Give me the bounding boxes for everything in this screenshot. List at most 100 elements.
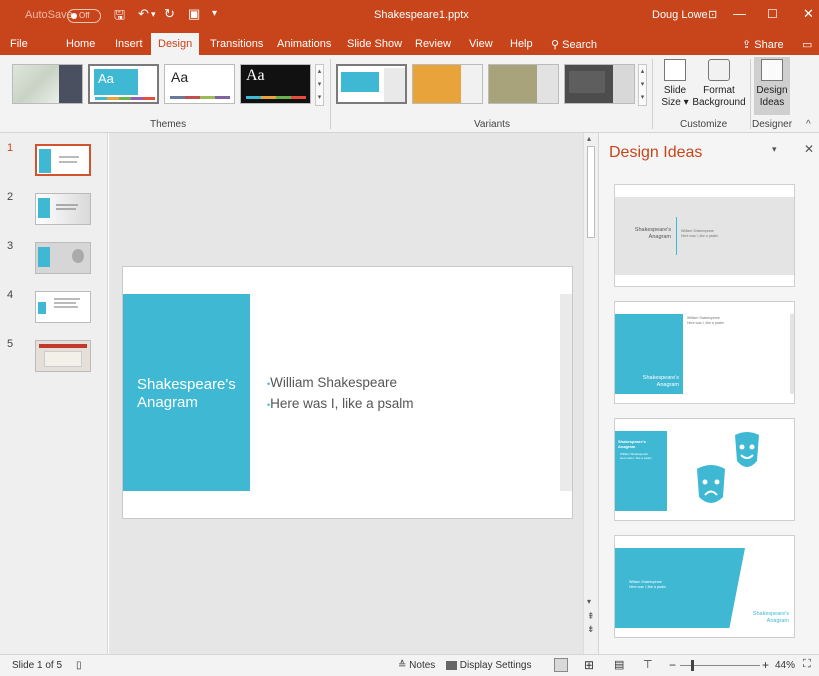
slide-size-button[interactable]: Slide Size ▾ (657, 59, 693, 109)
title-block[interactable]: Shakespeare's Anagram (123, 294, 250, 491)
design-idea-3[interactable]: Shakespeare's Anagram William Shakespeare… (614, 418, 795, 521)
collapse-ribbon-icon[interactable]: ^ (806, 119, 811, 130)
variants-group-label: Variants (474, 119, 510, 130)
design-ideas-button[interactable]: Design Ideas (754, 57, 790, 115)
comments-icon[interactable]: ▭ (802, 38, 812, 51)
design-idea-2[interactable]: Shakespeare's Anagram William Shakespeare… (614, 301, 795, 404)
ribbon: Aa Aa Aa ▴ ▾ ▾ Themes ▴ ▾ ▾ Variants Slide Si… (0, 55, 819, 133)
zoom-slider-thumb[interactable] (691, 660, 694, 671)
autosave-label: AutoSave (25, 9, 73, 21)
title-bar: AutoSave Off 🖫 ↶ ▾ ↻ ▣ ▾ Shakespeare1.pp… (0, 0, 819, 33)
close-icon[interactable]: ✕ (803, 6, 814, 22)
theme-thumbnail-1[interactable] (12, 64, 83, 104)
variant-thumbnail-3[interactable] (488, 64, 559, 104)
maximize-icon[interactable]: ☐ (767, 7, 778, 21)
theme-thumbnail-3[interactable]: Aa (164, 64, 235, 104)
slide-bullets[interactable]: •William Shakespeare •Here was I, like a… (267, 373, 413, 415)
tab-file[interactable]: File (10, 38, 28, 50)
zoom-out-icon[interactable]: − (669, 658, 676, 672)
design-ideas-title: Design Ideas (609, 144, 703, 161)
share-button[interactable]: ⇪ Share (742, 38, 784, 51)
zoom-level[interactable]: 44% (775, 660, 795, 671)
minimize-icon[interactable]: — (733, 6, 746, 21)
slide-thumbnail-1[interactable] (35, 144, 91, 176)
previous-slide-icon[interactable]: ⇞ (587, 611, 595, 622)
tab-help[interactable]: Help (510, 38, 533, 50)
scroll-down-arrow[interactable]: ▾ (587, 597, 591, 606)
autosave-toggle[interactable]: Off (67, 9, 101, 23)
slide-number: 3 (7, 240, 14, 252)
display-settings-button[interactable]: Display Settings (446, 660, 531, 671)
slide-thumbnail-panel: 1 2 3 4 5 (0, 133, 108, 654)
tab-animations[interactable]: Animations (277, 38, 331, 50)
normal-view-icon[interactable] (554, 658, 568, 672)
zoom-in-icon[interactable]: + (762, 658, 769, 672)
customize-group-label: Customize (680, 119, 728, 130)
design-idea-1[interactable]: Shakespeare's Anagram William Shakespeare… (614, 184, 795, 287)
slide-number: 5 (7, 338, 14, 350)
redo-icon[interactable]: ↻ (164, 6, 175, 22)
format-background-button[interactable]: Format Background (691, 59, 747, 109)
notes-button[interactable]: ≙ Notes (398, 660, 435, 671)
tab-insert[interactable]: Insert (115, 38, 143, 50)
scrollbar-thumb[interactable] (587, 146, 595, 238)
theme-thumbnail-2[interactable]: Aa (88, 64, 159, 104)
themes-group-label: Themes (150, 119, 187, 130)
tab-review[interactable]: Review (415, 38, 451, 50)
next-slide-icon[interactable]: ⇟ (587, 624, 595, 635)
share-icon: ⇪ (742, 39, 752, 51)
status-bar: Slide 1 of 5 ▯ ≙ Notes Display Settings … (0, 654, 819, 676)
tab-view[interactable]: View (469, 38, 493, 50)
document-title: Shakespeare1.pptx (374, 9, 469, 21)
tab-design[interactable]: Design (151, 33, 200, 55)
slide-counter: Slide 1 of 5 (12, 660, 63, 671)
fit-slide-icon[interactable]: ⛶ (803, 658, 811, 671)
user-name[interactable]: Doug Lowe (652, 9, 708, 21)
notes-icon: ≙ (398, 660, 407, 671)
slide-thumbnail-4[interactable] (35, 291, 91, 323)
bullet-item: •Here was I, like a psalm (267, 396, 414, 411)
theater-masks-icon (697, 432, 759, 503)
design-ideas-icon (761, 59, 783, 81)
slide-sorter-icon[interactable]: ⊞ (584, 658, 594, 672)
display-settings-icon (446, 660, 457, 670)
designer-group-label: Designer (752, 119, 793, 130)
slide-number: 4 (7, 289, 14, 301)
tab-slide-show[interactable]: Slide Show (347, 38, 402, 50)
format-background-icon (708, 59, 730, 81)
variant-thumbnail-4[interactable] (564, 64, 635, 104)
bullet-item: •William Shakespeare (267, 375, 397, 390)
undo-icon[interactable]: ↶ (138, 6, 149, 22)
tell-me-search[interactable]: ⚲ Search (551, 38, 597, 51)
design-ideas-pane: Design Ideas ▾ ✕ Shakespeare's Anagram Wi… (598, 133, 819, 654)
slide-thumbnail-2[interactable] (35, 193, 91, 225)
pane-options-icon[interactable]: ▾ (772, 144, 777, 155)
variant-thumbnail-1[interactable] (336, 64, 407, 104)
variant-thumbnail-2[interactable] (412, 64, 483, 104)
themes-gallery-scroll[interactable]: ▴ ▾ ▾ (315, 64, 324, 106)
pane-close-icon[interactable]: ✕ (804, 142, 814, 156)
ribbon-display-options-icon[interactable]: ⊡ (708, 8, 717, 21)
variants-gallery-scroll[interactable]: ▴ ▾ ▾ (638, 64, 647, 106)
editor-vertical-scrollbar[interactable]: ▴ ▾ ⇞ ⇟ (583, 133, 598, 654)
spelling-check-icon[interactable]: ▯ (76, 660, 82, 671)
customize-toolbar-icon[interactable]: ▾ (212, 8, 217, 19)
scroll-up-arrow[interactable]: ▴ (587, 134, 591, 143)
slide-number: 2 (7, 191, 14, 203)
current-slide[interactable]: Shakespeare's Anagram •William Shakespear… (122, 266, 573, 519)
design-idea-4[interactable]: William Shakespeare Here was I, like a ps… (614, 535, 795, 638)
undo-dropdown-icon[interactable]: ▾ (151, 9, 156, 20)
slide-thumbnail-3[interactable] (35, 242, 91, 274)
reading-view-icon[interactable]: ▤ (614, 658, 624, 671)
ribbon-tabs: File Home Insert Design Transitions Anim… (0, 33, 819, 55)
start-presentation-icon[interactable]: ▣ (188, 6, 200, 22)
theme-thumbnail-4[interactable]: Aa (240, 64, 311, 104)
slide-title[interactable]: Shakespeare's Anagram (137, 376, 236, 412)
slide-size-icon (664, 59, 686, 81)
slide-thumbnail-5[interactable] (35, 340, 91, 372)
slide-side-bar (560, 294, 572, 491)
tab-transitions[interactable]: Transitions (210, 38, 263, 50)
save-icon[interactable]: 🖫 (114, 6, 125, 28)
slide-show-icon[interactable]: ⊤ (643, 658, 653, 671)
tab-home[interactable]: Home (66, 38, 95, 50)
